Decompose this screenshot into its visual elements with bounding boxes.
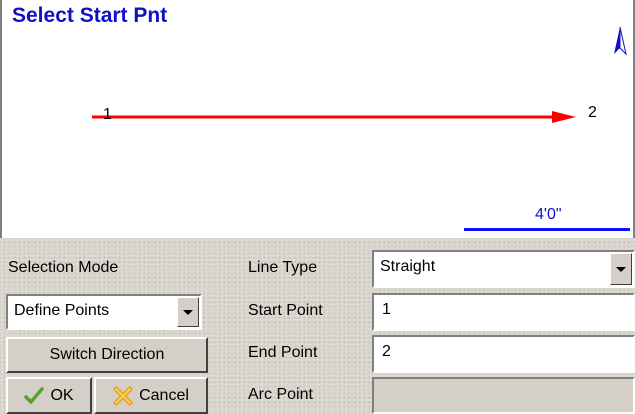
line-type-value: Straight <box>380 258 436 275</box>
line-type-dropdown[interactable]: Straight <box>372 250 635 288</box>
selection-mode-value: Define Points <box>14 302 110 319</box>
line-drawing <box>92 111 576 123</box>
scale-label: 4'0" <box>535 206 562 223</box>
cancel-label: Cancel <box>139 386 189 404</box>
start-point-marker: 1 <box>103 106 112 123</box>
ok-label: OK <box>50 386 74 404</box>
control-panel: Selection Mode Define Points Switch Dire… <box>0 238 635 414</box>
chevron-down-icon[interactable] <box>177 297 199 327</box>
start-point-field[interactable]: 1 <box>372 293 635 331</box>
arc-point-label: Arc Point <box>248 386 313 403</box>
start-point-label: Start Point <box>248 302 323 319</box>
end-point-field[interactable]: 2 <box>372 335 635 373</box>
end-point-label: End Point <box>248 344 318 361</box>
ok-button[interactable]: OK <box>6 377 92 414</box>
arc-point-field <box>372 377 635 414</box>
cross-icon <box>113 386 133 405</box>
end-point-marker: 2 <box>588 104 597 121</box>
line-type-label: Line Type <box>248 259 318 276</box>
cancel-button[interactable]: Cancel <box>94 377 208 414</box>
switch-direction-label: Switch Direction <box>49 346 165 363</box>
selection-mode-dropdown[interactable]: Define Points <box>6 294 202 330</box>
drawing-canvas[interactable]: Select Start Pnt 1 2 4'0" <box>0 0 635 238</box>
scale-bar <box>464 228 630 231</box>
switch-direction-button[interactable]: Switch Direction <box>6 337 208 373</box>
selection-mode-label: Selection Mode <box>8 259 119 276</box>
chevron-down-icon[interactable] <box>610 253 632 285</box>
line-arrowhead <box>552 111 576 123</box>
checkmark-icon <box>24 386 45 404</box>
